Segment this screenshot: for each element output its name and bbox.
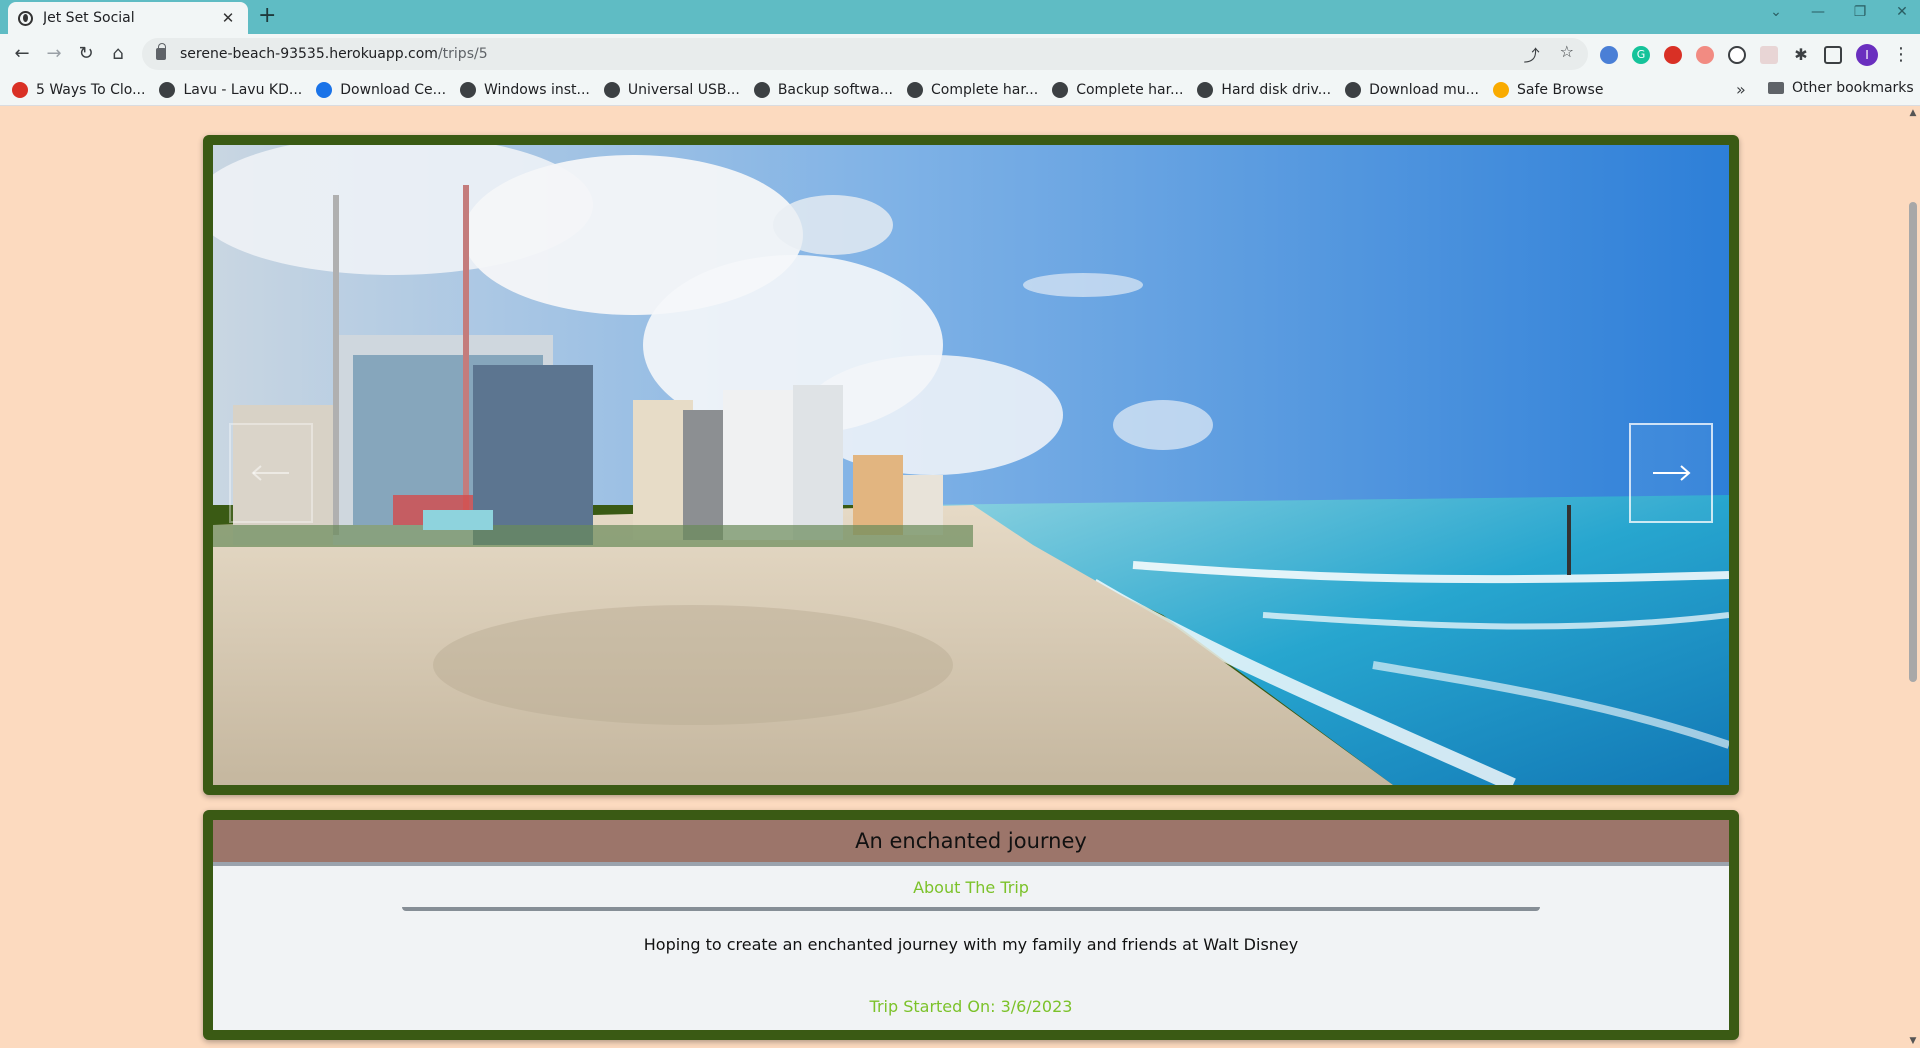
other-bookmarks-label: Other bookmarks — [1792, 80, 1914, 96]
new-tab-button[interactable]: + — [258, 3, 276, 28]
bookmark-label: Backup softwa... — [777, 81, 894, 98]
bookmark-favicon-icon — [12, 81, 28, 98]
bookmark-label: Download Ce... — [340, 81, 447, 98]
globe-icon — [18, 10, 33, 26]
bookmark-label: Universal USB... — [627, 81, 740, 98]
url-host: serene-beach-93535.herokuapp.com — [180, 46, 438, 62]
avatar[interactable]: I — [1856, 44, 1878, 66]
tab-title: Jet Set Social — [43, 10, 135, 26]
bookmark-label: Safe Browse — [1517, 81, 1604, 98]
trip-start-date: Trip Started On: 3/6/2023 — [869, 997, 1073, 1016]
puzzle-icon[interactable]: ✱ — [1792, 46, 1810, 64]
bookmark-item[interactable]: Lavu - Lavu KD... — [159, 81, 303, 98]
trip-header: An enchanted journey — [213, 820, 1729, 866]
browser-toolbar: ← → ↻ ⌂ serene-beach-93535.herokuapp.com… — [0, 34, 1920, 74]
address-bar[interactable]: serene-beach-93535.herokuapp.com/trips/5… — [142, 38, 1588, 70]
share-icon[interactable]: ⤴ — [1524, 42, 1540, 66]
grammarly-icon[interactable]: G — [1632, 46, 1650, 64]
tab-active[interactable]: Jet Set Social ✕ — [8, 2, 248, 34]
extension-square-icon[interactable] — [1760, 46, 1778, 64]
lock-icon[interactable] — [156, 43, 166, 60]
bookmark-favicon-icon — [603, 81, 620, 98]
bookmarks-overflow-icon[interactable]: » — [1736, 80, 1746, 99]
bookmark-label: Hard disk driv... — [1221, 81, 1332, 98]
extensions-area: G ✱ I ⋮ — [1600, 44, 1910, 66]
extension-clock-icon[interactable] — [1728, 46, 1746, 64]
home-button[interactable]: ⌂ — [104, 40, 132, 68]
bookmark-favicon-icon — [460, 81, 477, 98]
bookmark-label: Lavu - Lavu KD... — [183, 81, 303, 98]
scroll-up-arrow[interactable]: ▲ — [1908, 108, 1918, 118]
bookmark-favicon-icon — [316, 81, 333, 98]
bookmark-favicon-icon — [159, 81, 176, 98]
scroll-thumb[interactable] — [1909, 202, 1917, 682]
page-scrollbar[interactable]: ▲ ▼ — [1906, 106, 1920, 1048]
bookmark-item[interactable]: Universal USB... — [603, 81, 740, 98]
close-tab-icon[interactable]: ✕ — [218, 9, 238, 27]
bookmark-item[interactable]: Hard disk driv... — [1197, 81, 1332, 98]
minimize-button[interactable]: — — [1810, 4, 1826, 20]
carousel-next-button[interactable] — [1629, 423, 1713, 523]
window-controls: ⌄ — ❐ ✕ — [1768, 4, 1910, 20]
back-button[interactable]: ← — [8, 40, 36, 68]
bookmark-label: Complete har... — [931, 81, 1039, 98]
reload-button[interactable]: ↻ — [72, 40, 100, 68]
bookmark-item[interactable]: Backup softwa... — [753, 81, 894, 98]
bookmark-item[interactable]: Complete har... — [907, 81, 1039, 98]
forward-button[interactable]: → — [40, 40, 68, 68]
bookmark-favicon-icon — [1493, 81, 1509, 98]
bookmark-label: Windows inst... — [484, 81, 590, 98]
bookmark-item[interactable]: Windows inst... — [460, 81, 590, 98]
extension-shield-icon[interactable] — [1600, 46, 1618, 64]
bookmark-item[interactable]: Complete har... — [1052, 81, 1184, 98]
bookmark-label: Complete har... — [1076, 81, 1184, 98]
arrow-right-icon — [1653, 465, 1691, 481]
carousel-prev-button[interactable] — [229, 423, 313, 523]
bookmark-favicon-icon — [1345, 81, 1362, 98]
bookmark-label: 5 Ways To Clo... — [36, 81, 146, 98]
trip-info-card: An enchanted journey About The Trip Hopi… — [203, 810, 1739, 1040]
section-divider — [402, 907, 1540, 911]
trip-title: An enchanted journey — [855, 829, 1087, 853]
bookmark-favicon-icon — [1197, 81, 1214, 98]
tab-bar: Jet Set Social ✕ + ⌄ — ❐ ✕ — [0, 0, 1920, 34]
tab-search-icon[interactable]: ⌄ — [1768, 4, 1784, 20]
folder-icon — [1768, 82, 1784, 94]
url-path: /trips/5 — [437, 46, 488, 62]
arrow-left-icon — [251, 465, 289, 481]
bookmark-favicon-icon — [753, 81, 770, 98]
bookmark-item[interactable]: Safe Browse — [1493, 81, 1604, 98]
bookmark-favicon-icon — [1052, 81, 1069, 98]
adblock-icon[interactable] — [1664, 46, 1682, 64]
close-window-button[interactable]: ✕ — [1894, 4, 1910, 20]
beach-photo — [213, 145, 1729, 785]
bookmark-item[interactable]: Download mu... — [1345, 81, 1479, 98]
bookmark-item[interactable]: 5 Ways To Clo... — [12, 81, 146, 98]
about-trip-heading: About The Trip — [913, 878, 1029, 897]
trip-description: Hoping to create an enchanted journey wi… — [643, 935, 1299, 954]
trip-photo-carousel — [203, 135, 1739, 795]
restore-button[interactable]: ❐ — [1852, 4, 1868, 20]
bookmark-item[interactable]: Download Ce... — [316, 81, 447, 98]
scroll-down-arrow[interactable]: ▼ — [1908, 1036, 1918, 1046]
bookmark-label: Download mu... — [1369, 81, 1479, 98]
menu-icon[interactable]: ⋮ — [1892, 46, 1910, 64]
bookmark-favicon-icon — [907, 81, 924, 98]
other-bookmarks-folder[interactable]: Other bookmarks — [1768, 80, 1914, 96]
bookmarks-bar: 5 Ways To Clo... Lavu - Lavu KD... Downloa… — [0, 74, 1920, 106]
extension-camera-icon[interactable] — [1696, 46, 1714, 64]
side-panel-icon[interactable] — [1824, 46, 1842, 64]
bookmark-star-icon[interactable]: ☆ — [1560, 42, 1574, 66]
